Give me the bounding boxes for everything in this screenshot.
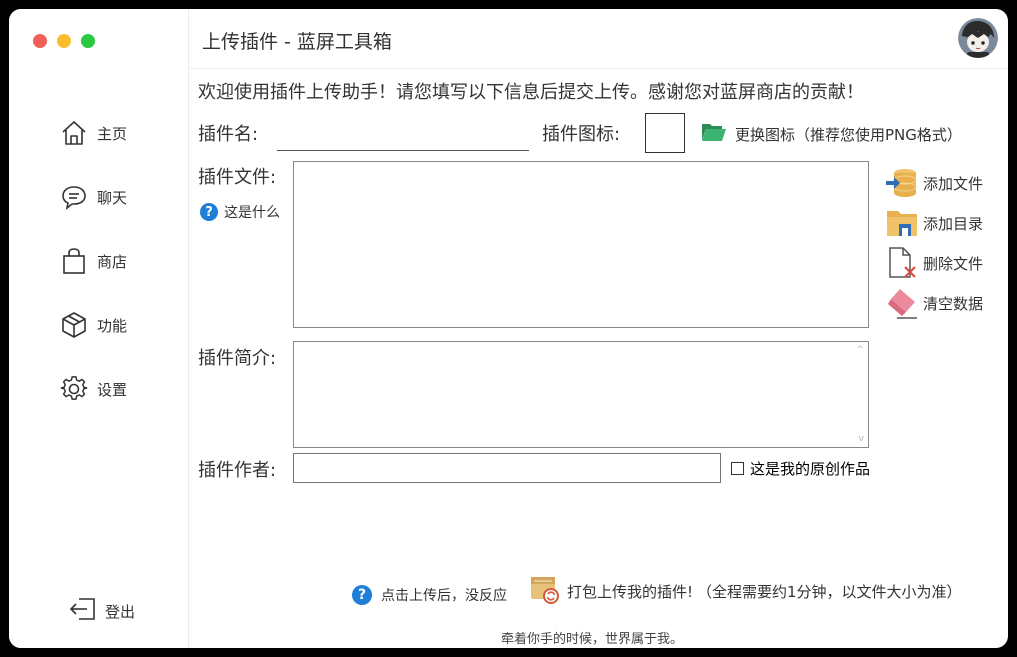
cube-icon bbox=[59, 310, 89, 340]
plugin-name-label: 插件名: bbox=[198, 124, 259, 145]
avatar[interactable] bbox=[958, 18, 998, 58]
add-file-icon bbox=[885, 166, 919, 200]
sidebar-item-home[interactable]: 主页 bbox=[59, 117, 127, 149]
minimize-window-button[interactable] bbox=[57, 34, 71, 48]
logout-label: 登出 bbox=[105, 602, 136, 621]
footer-slogan: 牵着你手的时候，世界属于我。 bbox=[501, 632, 684, 647]
original-work-checkbox[interactable]: 这是我的原创作品 bbox=[725, 458, 870, 479]
sidebar-item-label: 功能 bbox=[97, 316, 128, 335]
logout-icon bbox=[69, 596, 97, 626]
plugin-intro-label: 插件简介: bbox=[198, 348, 277, 369]
plugin-icon-label: 插件图标: bbox=[542, 124, 621, 145]
sidebar: 主页 聊天 商店 功能 设置 登出 bbox=[9, 9, 189, 648]
clear-data-label: 清空数据 bbox=[923, 294, 984, 313]
sidebar-item-features[interactable]: 功能 bbox=[59, 309, 127, 341]
delete-file-button[interactable]: 删除文件 bbox=[881, 246, 983, 280]
header: 上传插件 - 蓝屏工具箱 bbox=[189, 9, 1008, 69]
original-work-label: 这是我的原创作品 bbox=[750, 460, 871, 478]
plugin-name-input[interactable] bbox=[277, 124, 529, 151]
upload-plugin-label: 打包上传我的插件! bbox=[567, 582, 694, 601]
sidebar-item-settings[interactable]: 设置 bbox=[59, 373, 127, 405]
window-title: 上传插件 - 蓝屏工具箱 bbox=[202, 31, 392, 53]
what-is-this-link[interactable]: ? 这是什么 bbox=[200, 202, 280, 222]
clear-data-button[interactable]: 清空数据 bbox=[881, 286, 983, 320]
upload-help-link[interactable]: ? 点击上传后，没反应 bbox=[352, 585, 507, 605]
gear-icon bbox=[59, 374, 89, 404]
upload-plugin-button[interactable]: 打包上传我的插件! （全程需要约1分钟，以文件大小为准） bbox=[529, 573, 962, 609]
app-window: 主页 聊天 商店 功能 设置 登出 上传插件 - 蓝屏工具箱 欢迎使用插件上传助… bbox=[9, 9, 1008, 648]
sidebar-item-store[interactable]: 商店 bbox=[59, 245, 127, 277]
folder-open-icon bbox=[701, 121, 727, 147]
upload-note: （全程需要约1分钟，以文件大小为准） bbox=[697, 582, 962, 601]
plugin-icon-preview[interactable] bbox=[645, 113, 685, 153]
scroll-up-arrow-icon[interactable]: ^ bbox=[856, 345, 864, 355]
help-icon: ? bbox=[352, 585, 372, 605]
plugin-author-input[interactable] bbox=[293, 453, 721, 483]
folder-icon bbox=[885, 206, 919, 240]
plugin-author-label: 插件作者: bbox=[198, 460, 277, 481]
sidebar-item-label: 商店 bbox=[97, 252, 128, 271]
add-directory-button[interactable]: 添加目录 bbox=[881, 206, 983, 240]
upload-help-label: 点击上传后，没反应 bbox=[381, 588, 507, 604]
welcome-text: 欢迎使用插件上传助手！请您填写以下信息后提交上传。感谢您对蓝屏商店的贡献！ bbox=[198, 82, 864, 103]
delete-file-label: 删除文件 bbox=[923, 254, 984, 273]
chat-icon bbox=[59, 182, 89, 212]
sidebar-item-label: 聊天 bbox=[97, 188, 128, 207]
close-window-button[interactable] bbox=[33, 34, 47, 48]
eraser-icon bbox=[885, 286, 919, 320]
add-directory-label: 添加目录 bbox=[923, 214, 984, 233]
shopping-bag-icon bbox=[59, 246, 89, 276]
scroll-down-arrow-icon[interactable]: v bbox=[859, 434, 864, 444]
logout-button[interactable]: 登出 bbox=[61, 596, 135, 626]
home-icon bbox=[59, 118, 89, 148]
package-upload-icon bbox=[529, 573, 561, 609]
delete-file-icon bbox=[885, 246, 919, 280]
checkbox-icon[interactable] bbox=[731, 462, 744, 475]
sidebar-item-chat[interactable]: 聊天 bbox=[59, 181, 127, 213]
help-icon: ? bbox=[200, 203, 218, 221]
change-icon-label: 更换图标（推荐您使用PNG格式） bbox=[735, 125, 962, 144]
add-file-label: 添加文件 bbox=[923, 174, 984, 193]
plugin-files-label: 插件文件: bbox=[198, 167, 277, 188]
sidebar-item-label: 主页 bbox=[97, 124, 128, 143]
change-icon-button[interactable]: 更换图标（推荐您使用PNG格式） bbox=[701, 121, 962, 147]
what-is-this-label: 这是什么 bbox=[224, 205, 280, 221]
plugin-files-list[interactable] bbox=[293, 161, 869, 328]
plugin-intro-textarea[interactable]: ^ v bbox=[293, 341, 869, 448]
sidebar-item-label: 设置 bbox=[97, 380, 128, 399]
zoom-window-button[interactable] bbox=[81, 34, 95, 48]
add-file-button[interactable]: 添加文件 bbox=[881, 166, 983, 200]
